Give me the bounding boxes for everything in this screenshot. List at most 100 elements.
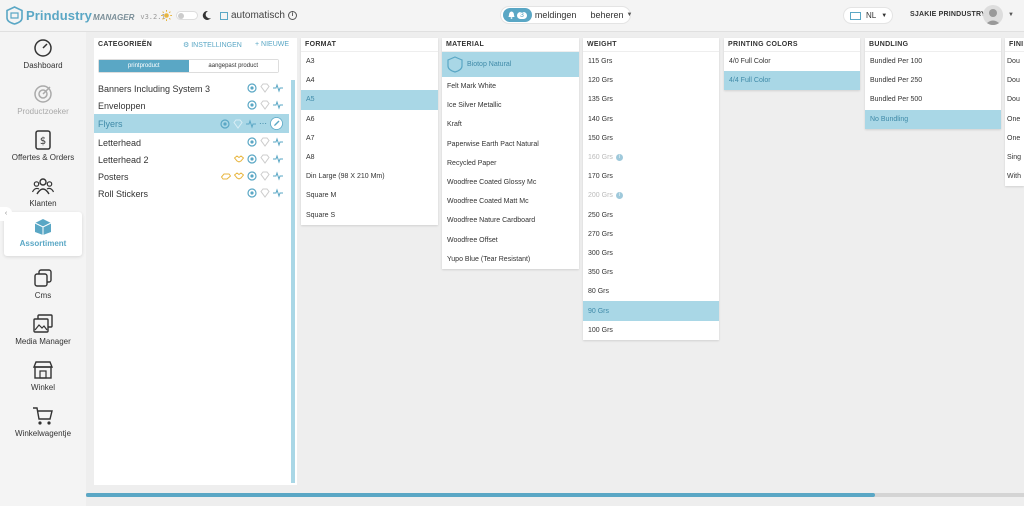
language-selector[interactable]: NL ▼ — [843, 7, 893, 24]
checkbox[interactable] — [220, 11, 228, 20]
target-icon[interactable] — [247, 188, 257, 198]
pulse-icon[interactable] — [273, 171, 283, 181]
sidebar-item-assortiment[interactable]: Assortiment — [4, 212, 82, 256]
diamond-icon[interactable] — [260, 171, 270, 181]
material-item[interactable]: Ice Silver Metallic — [442, 96, 579, 115]
bundling-item[interactable]: Bundled Per 250 — [865, 71, 1001, 90]
weight-item[interactable]: 120 Grs — [583, 71, 719, 90]
handshake-icon[interactable] — [234, 171, 244, 181]
bundling-item-selected[interactable]: No Bundling — [865, 109, 1001, 129]
tab-custom-product[interactable]: aangepast product — [188, 60, 278, 72]
sidebar-item-dashboard[interactable]: Dashboard — [4, 34, 82, 78]
target-icon[interactable] — [247, 137, 257, 147]
notifications-label[interactable]: meldingen — [535, 10, 577, 20]
scrollbar-thumb[interactable] — [86, 493, 875, 497]
auto-theme-checkbox[interactable]: automatisch i — [220, 10, 297, 21]
info-icon[interactable]: i — [287, 11, 297, 20]
user-name[interactable]: SJAKIE PRINDUSTRY — [910, 11, 986, 18]
handshake-icon[interactable] — [234, 154, 244, 164]
weight-item[interactable]: 300 Grs — [583, 244, 719, 263]
finishing-item[interactable]: One — [1005, 110, 1024, 129]
format-item-selected[interactable]: A5 — [301, 90, 438, 110]
format-item[interactable]: Square S — [301, 206, 438, 225]
info-icon[interactable]: i — [615, 192, 623, 200]
sidebar-item-klanten[interactable]: Klanten — [4, 172, 82, 216]
diamond-icon[interactable] — [260, 154, 270, 164]
format-item[interactable]: Square M — [301, 186, 438, 205]
bundling-item[interactable]: Bundled Per 100 — [865, 52, 1001, 71]
format-item[interactable]: A4 — [301, 71, 438, 90]
tab-printproduct[interactable]: printproduct — [99, 60, 189, 72]
sidebar-collapse-tab[interactable]: ‹ — [0, 207, 12, 221]
info-icon[interactable]: i — [615, 154, 623, 162]
printing-color-item-selected[interactable]: 4/4 Full Color — [724, 71, 860, 91]
format-item[interactable]: A6 — [301, 110, 438, 129]
sidebar-item-cms[interactable]: Cms — [4, 264, 82, 308]
theme-toggle[interactable] — [176, 11, 198, 20]
finishing-item[interactable]: Dou — [1005, 71, 1024, 90]
material-item[interactable]: Woodfree Offset — [442, 231, 579, 250]
pulse-icon[interactable] — [273, 83, 283, 93]
sidebar-item-productzoeker[interactable]: Productzoeker — [4, 80, 82, 124]
manage-dropdown[interactable]: beheren — [590, 10, 623, 20]
format-item[interactable]: Din Large (98 X 210 Mm) — [301, 167, 438, 186]
diamond-icon[interactable] — [260, 188, 270, 198]
pulse-icon[interactable] — [273, 137, 283, 147]
weight-item[interactable]: 80 Grs — [583, 282, 719, 301]
material-item[interactable]: Paperwise Earth Pact Natural — [442, 135, 579, 154]
finishing-item[interactable]: Sing — [1005, 148, 1024, 167]
categories-scrollbar[interactable] — [291, 80, 295, 483]
diamond-icon[interactable] — [260, 100, 270, 110]
logo[interactable]: Prindustry MANAGER v3.2.1 — [6, 6, 166, 25]
category-row[interactable]: Roll Stickers — [94, 184, 289, 203]
target-icon[interactable] — [247, 171, 257, 181]
diamond-icon[interactable] — [233, 119, 243, 129]
format-item[interactable]: A7 — [301, 129, 438, 148]
finishing-item[interactable]: Dou — [1005, 52, 1024, 71]
pulse-icon[interactable] — [273, 100, 283, 110]
format-item[interactable]: A3 — [301, 52, 438, 71]
avatar[interactable] — [983, 5, 1003, 25]
hand-icon[interactable] — [221, 171, 231, 181]
more-options-icon[interactable]: ⋯ — [259, 119, 267, 128]
weight-item[interactable]: 115 Grs — [583, 52, 719, 71]
sidebar-item-winkelwagentje[interactable]: Winkelwagentje — [4, 402, 82, 446]
weight-item-selected[interactable]: 90 Grs — [583, 301, 719, 321]
notifications-button[interactable]: 3 — [503, 8, 532, 22]
weight-item[interactable]: 100 Grs — [583, 321, 719, 340]
target-icon[interactable] — [247, 83, 257, 93]
target-icon[interactable] — [247, 100, 257, 110]
material-item[interactable]: Recycled Paper — [442, 154, 579, 173]
weight-item[interactable]: 350 Grs — [583, 263, 719, 282]
format-item[interactable]: A8 — [301, 148, 438, 167]
target-icon[interactable] — [247, 154, 257, 164]
sidebar-item-offertes-orders[interactable]: $ Offertes & Orders — [4, 126, 82, 170]
edit-icon[interactable] — [270, 117, 283, 130]
material-item[interactable]: Woodfree Nature Cardboard — [442, 211, 579, 230]
pulse-icon[interactable] — [273, 154, 283, 164]
bundling-item[interactable]: Bundled Per 500 — [865, 90, 1001, 109]
weight-item[interactable]: 250 Grs — [583, 206, 719, 225]
sidebar-item-media-manager[interactable]: Media Manager — [4, 310, 82, 354]
finishing-item[interactable]: With — [1005, 167, 1024, 186]
new-category-link[interactable]: + NIEUWE — [255, 41, 289, 48]
material-item[interactable]: Kraft — [442, 115, 579, 134]
pulse-icon[interactable] — [246, 118, 256, 129]
printing-color-item[interactable]: 4/0 Full Color — [724, 52, 860, 71]
diamond-icon[interactable] — [260, 137, 270, 147]
material-item-selected[interactable]: Biotop Natural — [442, 52, 579, 77]
weight-item[interactable]: 150 Grs — [583, 129, 719, 148]
settings-link[interactable]: ⚙ INSTELLINGEN — [183, 41, 242, 49]
material-item[interactable]: Woodfree Coated Glossy Mc — [442, 173, 579, 192]
pulse-icon[interactable] — [273, 188, 283, 198]
weight-item[interactable]: 135 Grs — [583, 90, 719, 109]
material-item[interactable]: Felt Mark White — [442, 77, 579, 96]
weight-item[interactable]: 270 Grs — [583, 225, 719, 244]
horizontal-scrollbar[interactable] — [86, 493, 1024, 497]
weight-item[interactable]: 170 Grs — [583, 167, 719, 186]
target-icon[interactable] — [220, 118, 230, 129]
category-row-selected[interactable]: Flyers ⋯ — [94, 114, 289, 133]
sidebar-item-winkel[interactable]: Winkel — [4, 356, 82, 400]
finishing-item[interactable]: Dou — [1005, 90, 1024, 109]
material-item[interactable]: Yupo Blue (Tear Resistant) — [442, 250, 579, 269]
